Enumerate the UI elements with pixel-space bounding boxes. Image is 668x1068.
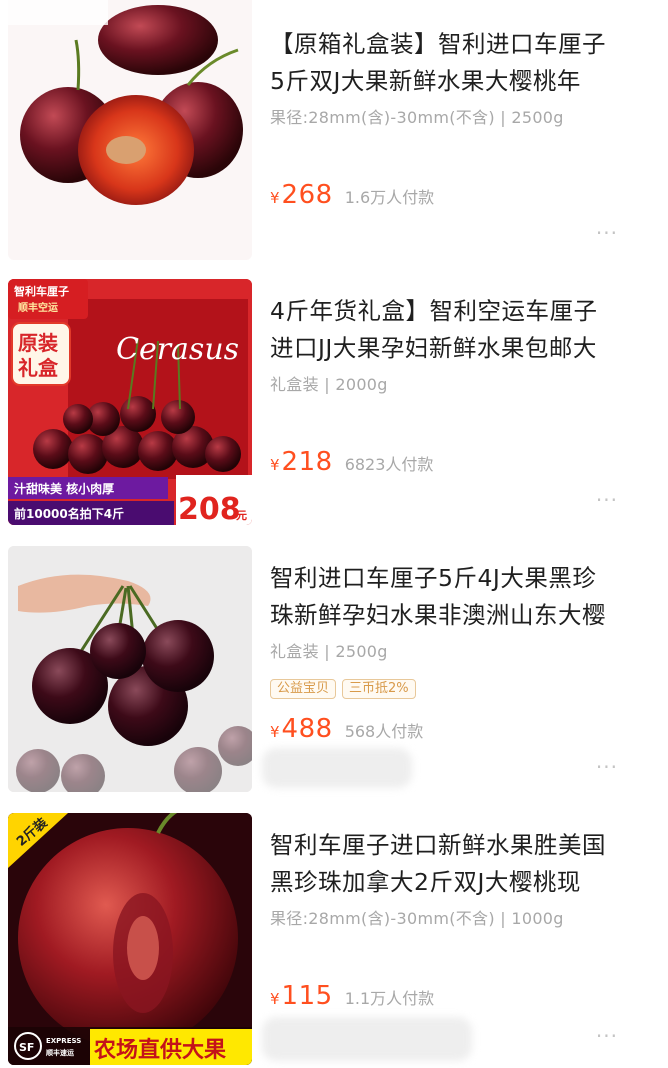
product-card-3[interactable]: 智利进口车厘子5斤4J大果黑珍 珠新鲜孕妇水果非澳洲山东大樱 礼盒装 | 250…: [0, 534, 668, 801]
currency-symbol: ¥: [270, 723, 280, 741]
product-card-2[interactable]: 智利车厘子 顺丰空运 原装 礼盒 Cerasus 汁甜味美 核小肉厚 前1000…: [0, 267, 668, 534]
image-text-top-badge-1: 智利车厘子: [14, 284, 69, 298]
product-title[interactable]: 4斤年货礼盒】智利空运车厘子 进口JJ大果孕妇新鲜水果包邮大: [270, 293, 650, 367]
product-card-4[interactable]: 2斤装 SF EXPRESS 顺丰速运 农场直供大果 智利车厘子进口新鲜水果胜美…: [0, 801, 668, 1068]
image-text-box-label-2: 礼盒: [18, 356, 59, 380]
product-title-line2: 黑珍珠加拿大2斤双J大樱桃现: [270, 868, 581, 896]
product-image-hand-cherries[interactable]: [8, 546, 252, 792]
product-price: 218: [281, 447, 333, 477]
product-title-line2: 珠新鲜孕妇水果非澳洲山东大樱: [270, 601, 606, 629]
product-spec: 果径:28mm(含)-30mm(不含) | 1000g: [270, 909, 564, 928]
image-text-sf-cn: 顺丰速运: [46, 1048, 75, 1057]
product-title-line1: 智利车厘子进口新鲜水果胜美国: [270, 831, 606, 859]
sales-count: 1.1万人付款: [344, 989, 435, 1008]
price-row: ¥ 268 1.6万人付款: [270, 180, 434, 210]
blurred-region: [262, 748, 412, 788]
more-dots-icon[interactable]: ···: [596, 757, 618, 777]
image-text-promo-price: 208: [178, 492, 241, 525]
product-price: 268: [281, 180, 333, 210]
product-title-line2: 进口JJ大果孕妇新鲜水果包邮大: [270, 334, 597, 362]
image-text-banner: 农场直供大果: [93, 1037, 226, 1063]
tag-list: 公益宝贝 三币抵2%: [270, 679, 416, 699]
product-price: 488: [281, 714, 333, 744]
product-image-cherries-1[interactable]: [8, 0, 252, 260]
currency-symbol: ¥: [270, 990, 280, 1008]
image-text-brand: Cerasus: [116, 332, 239, 367]
price-row: ¥ 115 1.1万人付款: [270, 981, 434, 1011]
blurred-region: [262, 1017, 472, 1061]
product-spec: 礼盒装 | 2500g: [270, 642, 388, 661]
image-text-promo-line1: 汁甜味美 核小肉厚: [14, 481, 114, 496]
product-title[interactable]: 智利进口车厘子5斤4J大果黑珍 珠新鲜孕妇水果非澳洲山东大樱: [270, 560, 650, 634]
currency-symbol: ¥: [270, 189, 280, 207]
product-title-line1: 智利进口车厘子5斤4J大果黑珍: [270, 564, 597, 592]
product-title-line1: 【原箱礼盒装】智利进口车厘子: [270, 30, 606, 58]
sales-count: 568人付款: [344, 722, 424, 741]
tag-charity: 公益宝贝: [270, 679, 337, 699]
product-spec: 礼盒装 | 2000g: [270, 375, 388, 394]
image-text-sf-logo: SF: [19, 1041, 34, 1054]
product-title-line2: 5斤双J大果新鲜水果大樱桃年: [270, 67, 581, 95]
product-spec: 果径:28mm(含)-30mm(不含) | 2500g: [270, 108, 564, 127]
product-title[interactable]: 智利车厘子进口新鲜水果胜美国 黑珍珠加拿大2斤双J大樱桃现: [270, 827, 650, 901]
more-dots-icon[interactable]: ···: [596, 223, 618, 243]
more-dots-icon[interactable]: ···: [596, 490, 618, 510]
price-row: ¥ 488 568人付款: [270, 714, 423, 744]
price-row: ¥ 218 6823人付款: [270, 447, 433, 477]
product-image-gift-box[interactable]: 智利车厘子 顺丰空运 原装 礼盒 Cerasus 汁甜味美 核小肉厚 前1000…: [8, 279, 252, 525]
tag-coin-discount: 三币抵2%: [342, 679, 416, 699]
product-card-1[interactable]: 【原箱礼盒装】智利进口车厘子 5斤双J大果新鲜水果大樱桃年 果径:28mm(含)…: [0, 0, 668, 267]
sales-count: 1.6万人付款: [344, 188, 435, 207]
product-title[interactable]: 【原箱礼盒装】智利进口车厘子 5斤双J大果新鲜水果大樱桃年: [270, 26, 650, 100]
more-dots-icon[interactable]: ···: [596, 1026, 618, 1046]
image-text-box-label-1: 原装: [18, 331, 58, 355]
product-title-line1: 4斤年货礼盒】智利空运车厘子: [270, 297, 598, 325]
image-text-promo-line2: 前10000名拍下4斤: [14, 506, 124, 521]
image-text-top-badge-2: 顺丰空运: [18, 301, 58, 314]
sales-count: 6823人付款: [344, 455, 434, 474]
product-price: 115: [281, 981, 333, 1011]
image-text-promo-unit: 元: [236, 509, 247, 522]
product-image-cherry-closeup[interactable]: 2斤装 SF EXPRESS 顺丰速运 农场直供大果: [8, 813, 252, 1065]
currency-symbol: ¥: [270, 456, 280, 474]
image-text-sf-express: EXPRESS: [46, 1037, 81, 1045]
